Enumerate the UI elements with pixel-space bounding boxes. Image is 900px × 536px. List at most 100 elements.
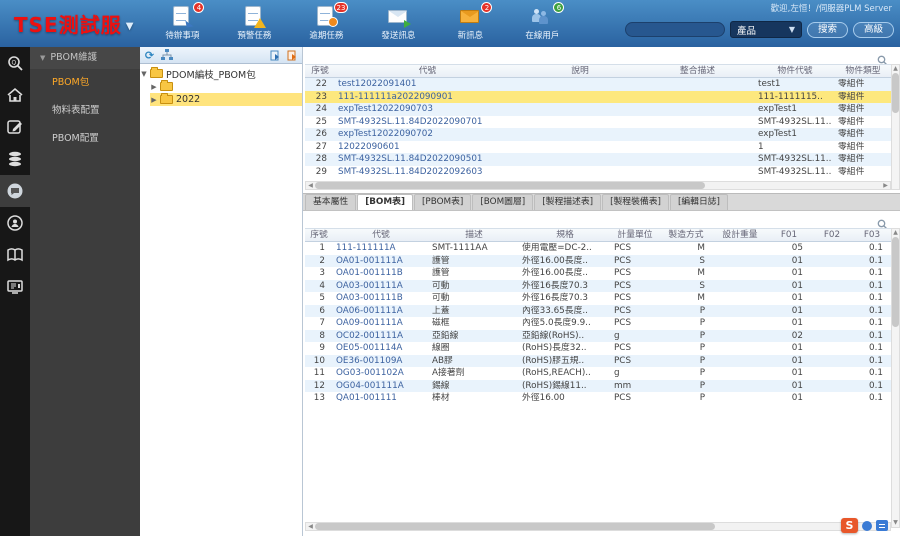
bottom-vscroll-thumb[interactable] (892, 237, 899, 327)
tree-collapse-icon[interactable]: ▼ (140, 70, 148, 78)
tab-6[interactable]: [製程裝備表] (602, 194, 669, 210)
tab-4[interactable]: [BOM圖層] (472, 194, 534, 210)
tab-7[interactable]: [編輯日誌] (669, 194, 728, 210)
table-row[interactable]: 8 OC02-001111A 亞鉛線 亞鉛線(RoHS).. g P 02 0.1 (305, 329, 891, 342)
column-header[interactable]: 規格 (519, 229, 611, 241)
table-row[interactable]: 9 OE05-001114A 線圈 (RoHS)長度32.. PCS P 01 0.1 (305, 342, 891, 355)
scroll-left-icon[interactable]: ◀ (306, 523, 315, 530)
table-cell: 內徑33.65長度.. (522, 305, 588, 316)
tab-2[interactable]: [BOM表] (357, 194, 413, 210)
import-icon[interactable] (269, 49, 282, 62)
column-header[interactable]: 描述 (429, 229, 519, 241)
tab-1[interactable]: 基本屬性 (305, 194, 357, 210)
column-header[interactable]: 說明 (520, 65, 640, 77)
table-row[interactable]: 28 SMT-4932SL.11.84D2022090501 SMT-4932SL.… (305, 153, 891, 166)
plugin-list-icon[interactable] (876, 520, 888, 531)
column-header[interactable]: 序號 (305, 65, 335, 77)
rail-item-chat[interactable] (0, 175, 30, 207)
scroll-up-icon[interactable]: ▲ (892, 229, 899, 237)
table-row[interactable]: 3 OA01-001111B 護管 外徑16.00長度.. PCS M 01 0.1 (305, 267, 891, 280)
top-vscroll-thumb[interactable] (892, 73, 899, 113)
column-header[interactable]: 代號 (333, 229, 429, 241)
table-row[interactable]: 22 test12022091401 test1 零組件 (305, 78, 891, 91)
top-hscroll-thumb[interactable] (315, 182, 705, 189)
tab-3[interactable]: [PBOM表] (413, 194, 472, 210)
tree-root-row[interactable]: ▼ PDOM編枝_PBOM包 (140, 67, 302, 81)
toolbar-item-todo[interactable]: 4 待辦事項 (158, 2, 206, 41)
table-row[interactable]: 13 QA01-001111 棒材 外徑16.00 PCS P 01 0.1 (305, 392, 891, 405)
scroll-left-icon[interactable]: ◀ (306, 182, 315, 189)
rail-item-monitor[interactable] (0, 271, 30, 303)
rail-item-book[interactable] (0, 239, 30, 271)
column-header[interactable]: 物件類型 (835, 65, 891, 77)
table-row[interactable]: 4 OA03-001111A 可動 外徑16長度70.3 PCS S 01 0.1 (305, 279, 891, 293)
column-header[interactable]: 序號 (305, 229, 333, 241)
rail-item-edit[interactable] (0, 111, 30, 143)
column-header[interactable]: 設計重量 (713, 229, 767, 241)
table-row[interactable]: 27 12022090601 1 零組件 (305, 140, 891, 153)
table-row[interactable]: 23 111-111111a2022090901 111-1111115.. 零組件 (305, 90, 891, 103)
table-row[interactable]: 26 expTest12022090702 expTest1 零組件 (305, 128, 891, 141)
search-input[interactable] (624, 22, 725, 37)
share-plugin-icon[interactable]: S (841, 518, 858, 533)
table-row[interactable]: 10 OE36-001109A AB膠 (RoHS)膠五規.. PCS P 01 0.1 (305, 354, 891, 367)
column-header[interactable]: F03 (853, 229, 891, 241)
rail-item-database[interactable] (0, 143, 30, 175)
sidebar-item-1[interactable]: PBOM包 (30, 69, 140, 97)
tree-children: ▶ ▶ 2022 (140, 80, 302, 106)
tree-expand-icon[interactable]: ▶ (150, 83, 158, 91)
table-cell (811, 280, 853, 293)
table-row[interactable]: 2 OA01-001111A 護管 外徑16.00長度.. PCS S 01 0.1 (305, 254, 891, 267)
search-button[interactable]: 搜索 (806, 21, 848, 38)
top-hscrollbar[interactable]: ◀ ▶ (305, 181, 891, 190)
search-category-select[interactable]: 產品 ▼ (729, 21, 802, 38)
scroll-down-icon[interactable]: ▼ (892, 519, 899, 527)
column-header[interactable]: F01 (767, 229, 811, 241)
rail-item-search[interactable]: Q (0, 47, 30, 79)
sidebar-item-3[interactable]: PBOM配置 (30, 125, 140, 153)
rail-item-home[interactable] (0, 79, 30, 111)
table-cell: 0.1 (869, 343, 883, 353)
rail-item-support[interactable] (0, 207, 30, 239)
tree-node-row[interactable]: ▶ (150, 80, 302, 93)
toolbar-item-warning-task[interactable]: 預警任務 (230, 6, 278, 41)
table-cell: 01 (791, 343, 803, 353)
tab-5[interactable]: [製程描述表] (534, 194, 602, 210)
column-header[interactable]: 製造方式 (659, 229, 713, 241)
refresh-icon[interactable]: ⟳ (143, 49, 156, 62)
tree-node-row[interactable]: ▶ 2022 (150, 93, 302, 106)
table-row[interactable]: 6 OA06-001111A 上蓋 內徑33.65長度.. PCS P 01 0.1 (305, 304, 891, 317)
toolbar-item-send-message[interactable]: 發送訊息 (374, 6, 422, 41)
table-cell: 3 (319, 268, 325, 278)
table-row[interactable]: 7 OA09-001111A 磁框 內徑5.0長度9.9.. PCS P 01 0.1 (305, 317, 891, 330)
toolbar-item-new-message[interactable]: 2 新訊息 (446, 2, 494, 41)
scroll-up-icon[interactable]: ▲ (892, 65, 899, 73)
scroll-right-icon[interactable]: ▶ (881, 182, 890, 189)
column-header[interactable]: 物件代號 (755, 65, 835, 77)
sidebar-item-2[interactable]: 物料表配置 (30, 97, 140, 125)
table-row[interactable]: 29 SMT-4932SL.11.84D2022092603 SMT-4932SL.… (305, 165, 891, 178)
hierarchy-icon[interactable] (160, 49, 173, 62)
table-row[interactable]: 11 OG03-001102A A接著劑 (RoHS,REACH).. g P 01 0.1 (305, 367, 891, 380)
advanced-search-button[interactable]: 高級 (852, 21, 894, 38)
table-row[interactable]: 25 SMT-4932SL.11.84D2022090701 SMT-4932SL.… (305, 115, 891, 128)
tree-expand-icon[interactable]: ▶ (150, 96, 158, 104)
table-row[interactable]: 12 OG04-001111A 錫線 (RoHS)錫線11.. mm P 01 0.1 (305, 379, 891, 392)
bottom-hscroll-thumb[interactable] (315, 523, 715, 530)
table-row[interactable]: 1 111-111111A SMT-1111AA 使用電壓=DC-2.. PCS M 05 0… (305, 242, 891, 255)
plugin-dot-icon[interactable] (862, 520, 872, 531)
toolbar-item-online-users[interactable]: 6 在線用戶 (518, 2, 566, 41)
table-row[interactable]: 24 expTest12022090703 expTest1 零組件 (305, 103, 891, 116)
bottom-vscrollbar[interactable]: ▲ ▼ (891, 228, 900, 528)
bottom-hscrollbar[interactable]: ◀ ▶ (305, 522, 891, 531)
sidebar-group-pbom[interactable]: ▼ PBOM維護 (30, 47, 140, 69)
column-header[interactable]: 代號 (335, 65, 520, 77)
column-header[interactable]: F02 (811, 229, 853, 241)
export-icon[interactable] (286, 49, 299, 62)
top-vscrollbar[interactable]: ▲ (891, 64, 900, 190)
toolbar-item-overdue-task[interactable]: 23 逾期任務 (302, 2, 350, 41)
table-row[interactable]: 5 OA03-001111B 可動 外徑16長度70.3 PCS M 01 0.1 (305, 292, 891, 305)
column-header[interactable]: 計量單位 (611, 229, 659, 241)
brand-menu[interactable]: TSE測試服 ▼ (14, 9, 134, 38)
column-header[interactable]: 整合描述 (640, 65, 755, 77)
